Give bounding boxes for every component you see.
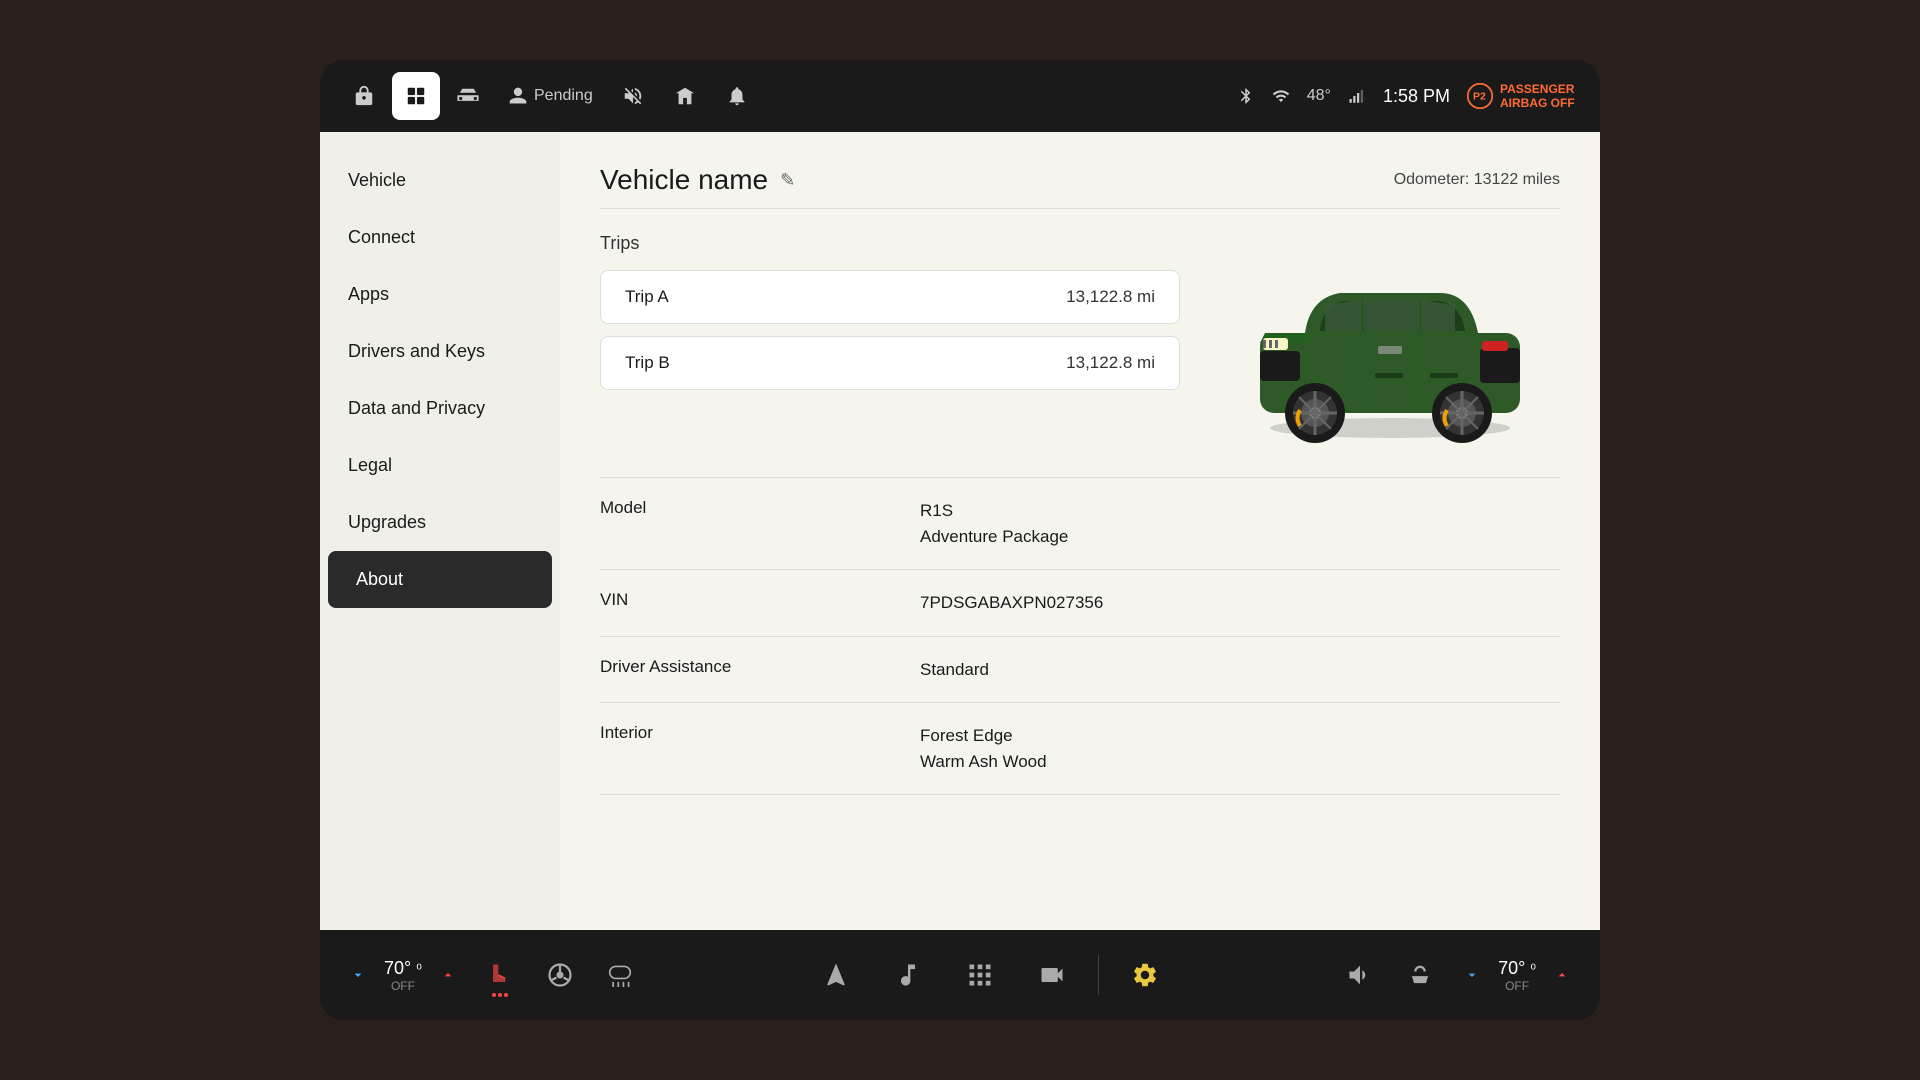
vin-row: VIN 7PDSGABAXPN027356 bbox=[600, 570, 1560, 637]
nav-pending[interactable]: Pending bbox=[496, 78, 605, 114]
trip-b-value: 13,122.8 mi bbox=[1066, 353, 1155, 373]
interior-label: Interior bbox=[600, 723, 920, 743]
odometer-display: Odometer: 13122 miles bbox=[1394, 171, 1560, 189]
vehicle-name: Vehicle name bbox=[600, 164, 768, 196]
divider bbox=[1098, 955, 1099, 995]
trip-b-card[interactable]: Trip B 13,122.8 mi bbox=[600, 336, 1180, 390]
sidebar-item-legal[interactable]: Legal bbox=[320, 437, 560, 494]
right-temp-display: 70° ⁰ OFF bbox=[1498, 958, 1536, 993]
main-screen: Pending bbox=[320, 60, 1600, 1020]
nav-home[interactable] bbox=[392, 72, 440, 120]
main-area: Vehicle Connect Apps Drivers and Keys Da… bbox=[320, 132, 1600, 930]
nav-mute[interactable] bbox=[609, 72, 657, 120]
navigation-btn[interactable] bbox=[810, 949, 862, 1001]
right-temp-up[interactable] bbox=[1544, 957, 1580, 993]
vehicle-image bbox=[1220, 233, 1560, 453]
vehicle-name-row: Vehicle name ✎ bbox=[600, 164, 795, 196]
left-temp-status: OFF bbox=[384, 979, 422, 993]
bluetooth-status bbox=[1237, 87, 1255, 105]
edit-vehicle-name-icon[interactable]: ✎ bbox=[780, 170, 795, 191]
trips-section: Trips Trip A 13,122.8 mi Trip B 13,122.8… bbox=[600, 233, 1180, 453]
model-value: R1S Adventure Package bbox=[920, 498, 1068, 549]
vin-value: 7PDSGABAXPN027356 bbox=[920, 590, 1103, 616]
nav-car[interactable] bbox=[444, 72, 492, 120]
sidebar-item-drivers-keys[interactable]: Drivers and Keys bbox=[320, 323, 560, 380]
wifi-status bbox=[1271, 87, 1291, 105]
volume-btn[interactable] bbox=[1334, 949, 1386, 1001]
left-temp-down[interactable] bbox=[340, 957, 376, 993]
status-bar: 48° 1:58 PM P2 PASSENGER AIRBAG OFF bbox=[1237, 82, 1580, 111]
steering-heat-btn[interactable] bbox=[534, 949, 586, 1001]
left-climate: 70° ⁰ OFF bbox=[340, 949, 646, 1001]
vehicle-section: Trips Trip A 13,122.8 mi Trip B 13,122.8… bbox=[600, 233, 1560, 453]
settings-btn[interactable] bbox=[1119, 949, 1171, 1001]
trip-a-label: Trip A bbox=[625, 287, 669, 307]
driver-assistance-value: Standard bbox=[920, 657, 989, 683]
top-bar: Pending bbox=[320, 60, 1600, 132]
trip-b-label: Trip B bbox=[625, 353, 670, 373]
sidebar-item-vehicle[interactable]: Vehicle bbox=[320, 152, 560, 209]
driver-assistance-row: Driver Assistance Standard bbox=[600, 637, 1560, 704]
clock: 1:58 PM bbox=[1383, 86, 1450, 107]
airbag-warning: P2 PASSENGER AIRBAG OFF bbox=[1466, 82, 1580, 111]
sidebar-item-apps[interactable]: Apps bbox=[320, 266, 560, 323]
signal-status bbox=[1347, 87, 1367, 105]
seat-heat-left-btn[interactable] bbox=[474, 949, 526, 1001]
seat-btn[interactable] bbox=[1394, 949, 1446, 1001]
bottom-center-controls bbox=[810, 949, 1171, 1001]
outside-temp: 48° bbox=[1307, 87, 1331, 105]
top-nav: Pending bbox=[340, 72, 1229, 120]
sidebar-item-connect[interactable]: Connect bbox=[320, 209, 560, 266]
interior-row: Interior Forest Edge Warm Ash Wood bbox=[600, 703, 1560, 795]
interior-value: Forest Edge Warm Ash Wood bbox=[920, 723, 1047, 774]
bottom-bar: 70° ⁰ OFF bbox=[320, 930, 1600, 1020]
info-section: Model R1S Adventure Package VIN 7PDSGABA… bbox=[600, 477, 1560, 795]
right-temp-value: 70° ⁰ bbox=[1498, 958, 1536, 979]
left-temp-up[interactable] bbox=[430, 957, 466, 993]
left-temp-value: 70° ⁰ bbox=[384, 958, 422, 979]
sidebar-item-about[interactable]: About bbox=[328, 551, 552, 608]
vin-label: VIN bbox=[600, 590, 920, 610]
content-area: Vehicle name ✎ Odometer: 13122 miles Tri… bbox=[560, 132, 1600, 930]
defrost-btn[interactable] bbox=[594, 949, 646, 1001]
trips-title: Trips bbox=[600, 233, 1180, 254]
left-temp-display: 70° ⁰ OFF bbox=[384, 958, 422, 993]
heat-dots bbox=[492, 993, 508, 997]
svg-text:P2: P2 bbox=[1473, 91, 1486, 103]
model-label: Model bbox=[600, 498, 920, 518]
model-row: Model R1S Adventure Package bbox=[600, 478, 1560, 570]
apps-grid-btn[interactable] bbox=[954, 949, 1006, 1001]
sidebar: Vehicle Connect Apps Drivers and Keys Da… bbox=[320, 132, 560, 930]
right-temp-status: OFF bbox=[1498, 979, 1536, 993]
music-btn[interactable] bbox=[882, 949, 934, 1001]
camera-btn[interactable] bbox=[1026, 949, 1078, 1001]
content-header: Vehicle name ✎ Odometer: 13122 miles bbox=[600, 164, 1560, 209]
sidebar-item-upgrades[interactable]: Upgrades bbox=[320, 494, 560, 551]
nav-bell[interactable] bbox=[713, 72, 761, 120]
sidebar-item-data-privacy[interactable]: Data and Privacy bbox=[320, 380, 560, 437]
airbag-text: PASSENGER AIRBAG OFF bbox=[1500, 82, 1580, 111]
trip-a-value: 13,122.8 mi bbox=[1066, 287, 1155, 307]
trip-a-card[interactable]: Trip A 13,122.8 mi bbox=[600, 270, 1180, 324]
nav-lock[interactable] bbox=[340, 72, 388, 120]
driver-assistance-label: Driver Assistance bbox=[600, 657, 920, 677]
right-controls: 70° ⁰ OFF bbox=[1334, 949, 1580, 1001]
nav-garage[interactable] bbox=[661, 72, 709, 120]
right-temp-down[interactable] bbox=[1454, 957, 1490, 993]
pending-label: Pending bbox=[534, 87, 593, 105]
